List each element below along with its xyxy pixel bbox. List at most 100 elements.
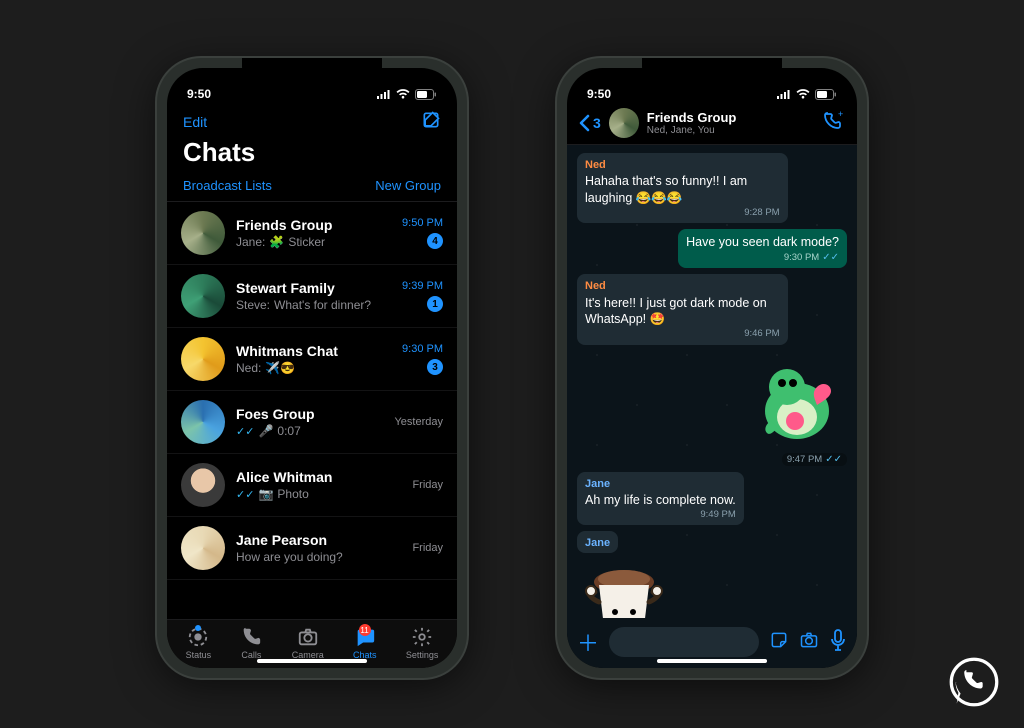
chat-time: 9:39 PM bbox=[402, 280, 443, 292]
status-time: 9:50 bbox=[187, 87, 211, 101]
sticker-incoming[interactable]: Jane 9:50 PM bbox=[577, 531, 672, 618]
chat-list-item[interactable]: Foes Group ✓✓ 🎤 0:07 Yesterday bbox=[167, 391, 457, 454]
chat-name: Whitmans Chat bbox=[236, 343, 391, 359]
unread-badge: 3 bbox=[427, 359, 443, 375]
message-sender: Jane bbox=[585, 477, 736, 491]
message-outgoing[interactable]: Have you seen dark mode? 9:30 PM✓✓ bbox=[678, 229, 847, 268]
chat-name: Stewart Family bbox=[236, 280, 391, 296]
svg-text:+: + bbox=[838, 111, 843, 119]
read-checks-icon: ✓✓ bbox=[236, 488, 254, 501]
message-input[interactable] bbox=[609, 627, 759, 657]
chat-time: 9:50 PM bbox=[402, 217, 443, 229]
video-call-button[interactable]: + bbox=[821, 111, 845, 136]
dino-sticker-icon bbox=[747, 351, 847, 451]
message-time: 9:28 PM bbox=[744, 207, 779, 219]
tab-status[interactable]: Status bbox=[186, 626, 212, 660]
phone-left: 9:50 Edit Chats Broadcast Lists New Grou… bbox=[157, 58, 467, 678]
message-incoming[interactable]: Jane Ah my life is complete now. 9:49 PM bbox=[577, 472, 744, 526]
chat-name: Jane Pearson bbox=[236, 532, 401, 548]
message-time: 9:46 PM bbox=[744, 328, 779, 340]
signal-icon bbox=[776, 89, 791, 99]
coffee-cup-sticker-icon bbox=[577, 557, 672, 618]
message-text: It's here!! I just got dark mode on What… bbox=[585, 295, 780, 328]
battery-icon bbox=[415, 89, 437, 100]
message-text: Ah my life is complete now. bbox=[585, 492, 736, 508]
message-sender: Ned bbox=[585, 279, 780, 293]
avatar bbox=[181, 211, 225, 255]
chats-count-badge: 11 bbox=[359, 624, 371, 636]
compose-icon[interactable] bbox=[421, 110, 441, 133]
chat-preview: Steve: What's for dinner? bbox=[236, 298, 391, 312]
camera-button[interactable] bbox=[799, 630, 819, 655]
avatar bbox=[181, 400, 225, 444]
message-incoming[interactable]: Ned Hahaha that's so funny!! I am laughi… bbox=[577, 153, 788, 223]
chat-preview: ✓✓ 📷 Photo bbox=[236, 487, 401, 501]
phone-right: 9:50 3 Friends Group Ned, Jane, You bbox=[557, 58, 867, 678]
notch bbox=[242, 58, 382, 82]
read-checks-icon: ✓✓ bbox=[236, 425, 254, 438]
chat-list-item[interactable]: Alice Whitman ✓✓ 📷 Photo Friday bbox=[167, 454, 457, 517]
new-group-button[interactable]: New Group bbox=[375, 178, 441, 193]
chat-time: 9:30 PM bbox=[402, 343, 443, 355]
tab-chats[interactable]: 11 Chats bbox=[353, 626, 377, 660]
chat-preview: Ned: ✈️😎 bbox=[236, 361, 391, 375]
chat-preview: Jane: 🧩 Sticker bbox=[236, 235, 391, 249]
read-checks-icon: ✓✓ bbox=[822, 251, 839, 264]
chat-time: Friday bbox=[412, 479, 443, 491]
message-sender: Ned bbox=[585, 158, 780, 172]
unread-badge: 1 bbox=[427, 296, 443, 312]
avatar bbox=[181, 337, 225, 381]
whatsapp-logo-icon bbox=[948, 656, 1000, 708]
chat-list-item[interactable]: Friends Group Jane: 🧩 Sticker 9:50 PM 4 bbox=[167, 202, 457, 265]
wifi-icon bbox=[796, 89, 810, 99]
chat-name: Alice Whitman bbox=[236, 469, 401, 485]
microphone-button[interactable] bbox=[829, 629, 847, 656]
chat-time: Friday bbox=[412, 542, 443, 554]
tab-calls[interactable]: Calls bbox=[240, 626, 262, 660]
notch bbox=[642, 58, 782, 82]
back-button[interactable]: 3 bbox=[579, 114, 601, 132]
page-title: Chats bbox=[167, 133, 457, 174]
chat-list-item[interactable]: Stewart Family Steve: What's for dinner?… bbox=[167, 265, 457, 328]
chat-preview: ✓✓ 🎤 0:07 bbox=[236, 424, 383, 438]
signal-icon bbox=[376, 89, 391, 99]
home-indicator[interactable] bbox=[657, 659, 767, 663]
sticker-button[interactable] bbox=[769, 630, 789, 655]
conversation-header: 3 Friends Group Ned, Jane, You + bbox=[567, 106, 857, 145]
edit-button[interactable]: Edit bbox=[183, 114, 207, 130]
avatar bbox=[181, 463, 225, 507]
message-time: 9:49 PM bbox=[700, 509, 735, 521]
status-time: 9:50 bbox=[587, 87, 611, 101]
wifi-icon bbox=[396, 89, 410, 99]
broadcast-lists-button[interactable]: Broadcast Lists bbox=[183, 178, 272, 193]
chat-name: Friends Group bbox=[236, 217, 391, 233]
battery-icon bbox=[815, 89, 837, 100]
chat-list-item[interactable]: Whitmans Chat Ned: ✈️😎 9:30 PM 3 bbox=[167, 328, 457, 391]
sticker-outgoing[interactable]: 9:47 PM✓✓ bbox=[747, 351, 847, 466]
read-checks-icon: ✓✓ bbox=[825, 454, 842, 465]
chat-list-item[interactable]: Jane Pearson How are you doing? Friday bbox=[167, 517, 457, 580]
chats-screen: 9:50 Edit Chats Broadcast Lists New Grou… bbox=[167, 68, 457, 668]
tab-settings[interactable]: Settings bbox=[406, 626, 439, 660]
chat-time: Yesterday bbox=[394, 416, 443, 428]
group-avatar[interactable] bbox=[609, 108, 639, 138]
conversation-title[interactable]: Friends Group Ned, Jane, You bbox=[647, 110, 813, 136]
message-incoming[interactable]: Ned It's here!! I just got dark mode on … bbox=[577, 274, 788, 344]
message-text: Hahaha that's so funny!! I am laughing 😂… bbox=[585, 173, 780, 206]
conversation-screen: 9:50 3 Friends Group Ned, Jane, You bbox=[567, 68, 857, 668]
conversation-body[interactable]: Ned Hahaha that's so funny!! I am laughi… bbox=[567, 145, 857, 618]
avatar bbox=[181, 274, 225, 318]
avatar bbox=[181, 526, 225, 570]
message-time: 9:30 PM bbox=[784, 252, 819, 264]
unread-badge: 4 bbox=[427, 233, 443, 249]
chat-name: Foes Group bbox=[236, 406, 383, 422]
attach-button[interactable]: ＋ bbox=[577, 626, 599, 658]
home-indicator[interactable] bbox=[257, 659, 367, 663]
status-indicators bbox=[776, 89, 837, 100]
chat-preview: How are you doing? bbox=[236, 550, 401, 564]
tab-camera[interactable]: Camera bbox=[292, 626, 324, 660]
message-text: Have you seen dark mode? bbox=[686, 234, 839, 250]
message-time: 9:47 PM bbox=[787, 454, 822, 465]
chat-list: Friends Group Jane: 🧩 Sticker 9:50 PM 4 bbox=[167, 202, 457, 619]
status-indicators bbox=[376, 89, 437, 100]
